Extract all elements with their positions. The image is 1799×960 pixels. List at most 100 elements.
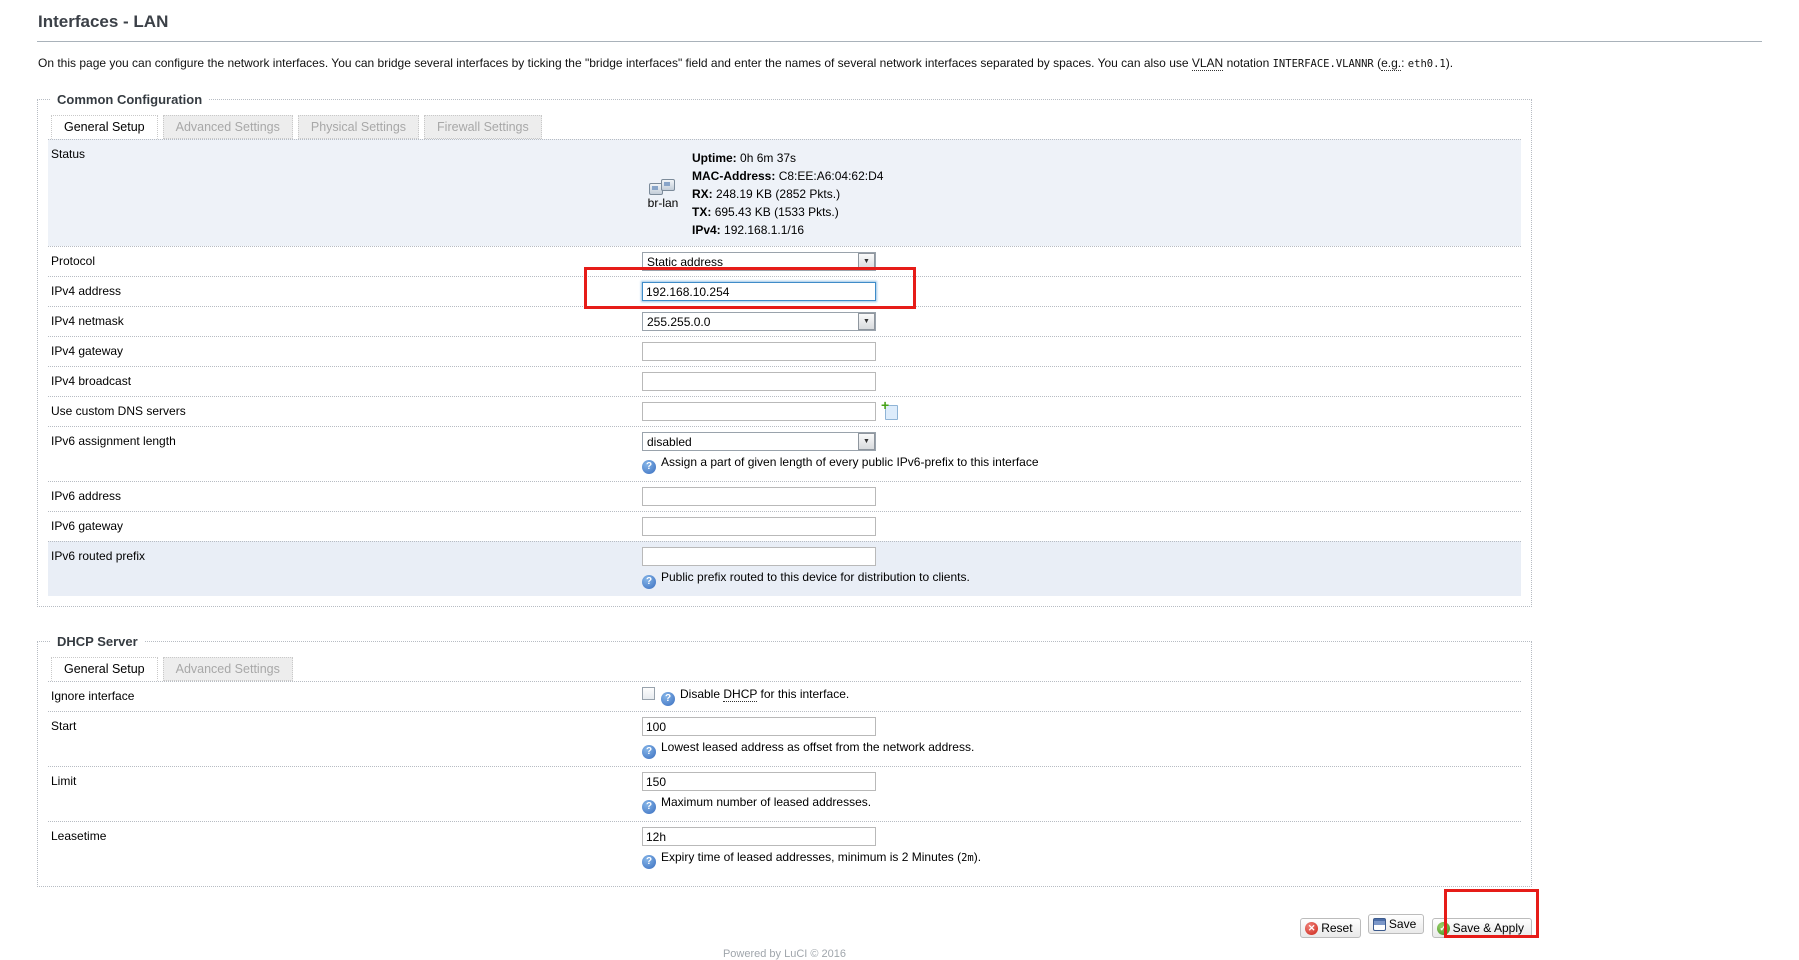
ipv6-assignment-length-select-value: disabled [643,435,858,449]
help-text: ). [974,850,981,864]
ipv6-routed-prefix-row: IPv6 routed prefix Public prefix routed … [48,541,1521,596]
eg-abbr: e.g. [1381,56,1401,71]
interface-vlannr-code: INTERFACE.VLANNR [1273,58,1374,70]
dhcp-tabs: General Setup Advanced Settings [51,657,1521,681]
ignore-interface-checkbox[interactable] [642,687,655,700]
ipv6-address-input[interactable] [642,487,876,506]
reset-icon [1305,922,1318,935]
leasetime-unit-code: 2m [961,852,974,864]
description-text-2: notation [1223,56,1272,70]
save-icon [1373,918,1386,931]
ipv4-gateway-label: IPv4 gateway [48,340,642,363]
tab-advanced-settings[interactable]: Advanced Settings [163,115,293,139]
page-footer: Powered by LuCI © 2016 [37,948,1532,960]
ipv4-netmask-label: IPv4 netmask [48,310,642,333]
ipv4-gateway-row: IPv4 gateway [48,336,1521,366]
add-entry-icon[interactable]: + [882,403,898,420]
status-line-tx: TX: 695.43 KB (1533 Pkts.) [692,203,883,221]
ipv4-address-row: IPv4 address [48,276,1521,306]
dhcp-abbr: DHCP [723,687,757,702]
help-icon [661,692,675,706]
custom-dns-row: Use custom DNS servers + [48,396,1521,426]
status-details: Uptime: 0h 6m 37s MAC-Address: C8:EE:A6:… [692,149,883,239]
status-line-rx: RX: 248.19 KB (2852 Pkts.) [692,185,883,203]
help-text: Maximum number of leased addresses. [661,795,871,809]
status-line-uptime: Uptime: 0h 6m 37s [692,149,883,167]
dhcp-limit-label: Limit [48,770,642,818]
ipv4-netmask-select[interactable]: 255.255.0.0 [642,312,876,331]
dhcp-limit-input[interactable] [642,772,876,791]
dhcp-limit-help: Maximum number of leased addresses. [642,795,1521,814]
protocol-label: Protocol [48,250,642,273]
tab-general-setup[interactable]: General Setup [51,115,158,139]
help-icon [642,575,656,589]
tab-firewall-settings[interactable]: Firewall Settings [424,115,542,139]
status-field-name: MAC-Address: [692,169,775,183]
common-configuration-legend: Common Configuration [51,92,208,107]
protocol-select[interactable]: Static address [642,252,876,271]
ipv6-assignment-length-select[interactable]: disabled [642,432,876,451]
ipv4-broadcast-row: IPv4 broadcast [48,366,1521,396]
dhcp-start-input[interactable] [642,717,876,736]
custom-dns-input[interactable] [642,402,876,421]
ipv4-broadcast-input[interactable] [642,372,876,391]
dhcp-server-legend: DHCP Server [51,634,144,649]
dhcp-limit-row: Limit Maximum number of leased addresses… [48,766,1521,821]
dropdown-arrow-icon[interactable] [858,253,875,270]
reset-button[interactable]: Reset [1300,918,1360,938]
status-line-ipv4: IPv4: 192.168.1.1/16 [692,221,883,239]
ipv6-routed-prefix-help: Public prefix routed to this device for … [642,570,1521,589]
common-configuration-tabs: General Setup Advanced Settings Physical… [51,115,1521,139]
help-text: for this interface. [757,687,849,701]
ipv6-assignment-length-row: IPv6 assignment length disabled Assign a… [48,426,1521,481]
dropdown-arrow-icon[interactable] [858,313,875,330]
tab-dhcp-general-setup[interactable]: General Setup [51,657,158,681]
help-text: Lowest leased address as offset from the… [661,740,974,754]
status-line-mac: MAC-Address: C8:EE:A6:04:62:D4 [692,167,883,185]
description-text-5: ). [1446,56,1453,70]
save-apply-button[interactable]: Save & Apply [1432,918,1532,938]
reset-button-label: Reset [1321,921,1352,935]
dhcp-leasetime-input[interactable] [642,827,876,846]
status-label: Status [48,143,642,243]
save-button[interactable]: Save [1368,914,1424,934]
dhcp-leasetime-help: Expiry time of leased addresses, minimum… [642,850,1521,869]
help-text: Assign a part of given length of every p… [661,455,1039,469]
eth-example-code: eth0.1 [1408,58,1446,70]
description-text-4: : [1401,56,1408,70]
page-description: On this page you can configure the netwo… [38,55,1530,72]
ipv4-address-input[interactable] [642,282,876,301]
ipv6-routed-prefix-input[interactable] [642,547,876,566]
tab-dhcp-advanced-settings[interactable]: Advanced Settings [163,657,293,681]
ignore-interface-row: Ignore interface Disable DHCP for this i… [48,681,1521,711]
ipv6-gateway-row: IPv6 gateway [48,511,1521,541]
description-text-3: ( [1374,56,1381,70]
ipv4-broadcast-label: IPv4 broadcast [48,370,642,393]
common-configuration-section: Common Configuration General Setup Advan… [37,92,1532,607]
ipv4-netmask-select-value: 255.255.0.0 [643,315,858,329]
page: Interfaces - LAN On this page you can co… [0,0,1799,960]
page-title: Interfaces - LAN [37,12,1762,42]
help-icon [642,460,656,474]
ethernet-port-icon [661,179,675,191]
status-field-value: 695.43 KB (1533 Pkts.) [715,205,839,219]
help-text: Public prefix routed to this device for … [661,570,970,584]
common-configuration-rows: Status br-lan Uptime: 0h 6m 37s MAC [48,139,1521,596]
form-actions: Reset Save Save & Apply [37,914,1532,938]
dropdown-arrow-icon[interactable] [858,433,875,450]
ipv6-gateway-input[interactable] [642,517,876,536]
help-icon [642,800,656,814]
status-field-name: TX: [692,205,711,219]
dhcp-start-help: Lowest leased address as offset from the… [642,740,1521,759]
ipv6-address-row: IPv6 address [48,481,1521,511]
protocol-row: Protocol Static address [48,246,1521,276]
ipv6-assignment-length-label: IPv6 assignment length [48,430,642,478]
ipv4-gateway-input[interactable] [642,342,876,361]
help-text: Disable [680,687,723,701]
dhcp-server-section: DHCP Server General Setup Advanced Setti… [37,634,1532,887]
tab-physical-settings[interactable]: Physical Settings [298,115,419,139]
status-field-value: 192.168.1.1/16 [724,223,804,237]
dhcp-rows: Ignore interface Disable DHCP for this i… [48,681,1521,876]
dhcp-start-label: Start [48,715,642,763]
ipv6-address-label: IPv6 address [48,485,642,508]
